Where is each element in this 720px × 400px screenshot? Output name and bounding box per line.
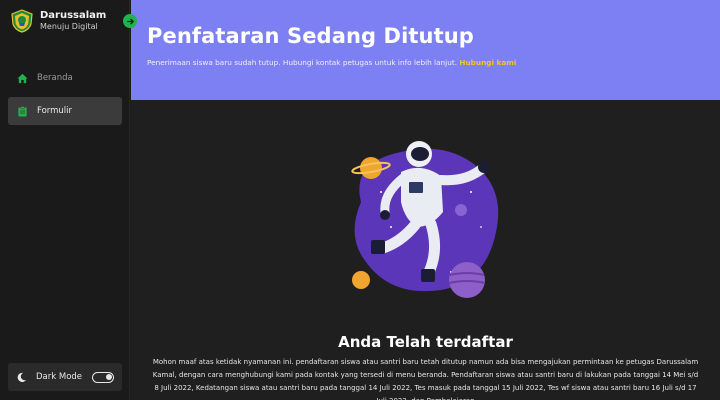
- page-title: Penfataran Sedang Ditutup: [147, 24, 474, 48]
- contact-link[interactable]: Hubungi kami: [459, 58, 516, 67]
- app-root: Darussalam Menuju Digital Beranda Formul…: [0, 0, 720, 400]
- sidebar-item-label: Beranda: [37, 73, 73, 83]
- collapse-sidebar-button[interactable]: [123, 14, 137, 28]
- sidebar-item-label: Formulir: [37, 106, 73, 116]
- sidebar-item-formulir[interactable]: Formulir: [8, 97, 122, 125]
- banner-text: Penerimaan siswa baru sudah tutup. Hubun…: [147, 58, 458, 67]
- brand[interactable]: Darussalam Menuju Digital: [10, 9, 106, 33]
- astronaut-illustration: [351, 141, 499, 298]
- registered-title: Anda Telah terdaftar: [338, 333, 513, 351]
- main-content: Penfataran Sedang Ditutup Penerimaan sis…: [131, 0, 720, 400]
- arrow-right-icon: [126, 18, 134, 24]
- home-icon: [17, 73, 28, 84]
- status-banner: Penfataran Sedang Ditutup Penerimaan sis…: [131, 0, 720, 100]
- registration-info-text: Mohon maaf atas ketidak nyamanan ini. pe…: [152, 358, 699, 400]
- moon-icon: [17, 372, 27, 382]
- dark-mode-switch[interactable]: [92, 371, 114, 383]
- brand-title: Darussalam: [40, 10, 107, 21]
- sidebar-nav: Beranda Formulir: [8, 64, 122, 130]
- banner-message: Penerimaan siswa baru sudah tutup. Hubun…: [147, 58, 704, 67]
- sidebar-item-beranda[interactable]: Beranda: [8, 64, 122, 92]
- brand-subtitle: Menuju Digital: [40, 22, 98, 31]
- dark-mode-toggle-row[interactable]: Dark Mode: [8, 363, 122, 391]
- clipboard-icon: [17, 105, 28, 117]
- sidebar: Darussalam Menuju Digital Beranda Formul…: [0, 0, 130, 400]
- logo: [11, 9, 33, 33]
- dark-mode-label: Dark Mode: [36, 372, 83, 382]
